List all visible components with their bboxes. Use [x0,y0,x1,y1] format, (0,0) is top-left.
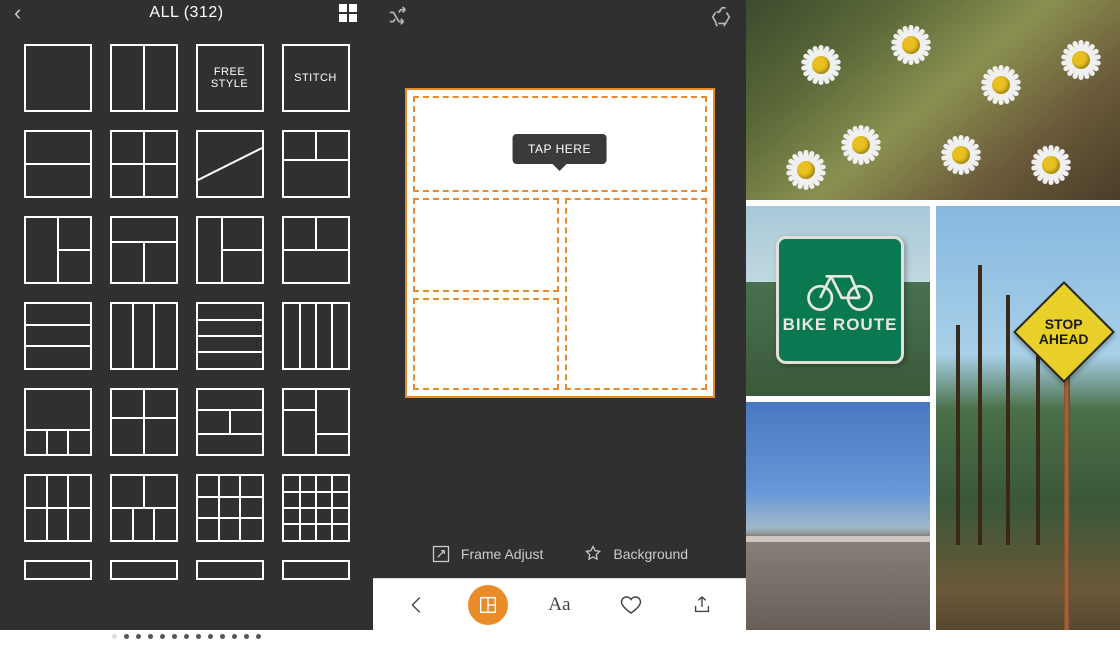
collage-photo-bike-sign: BIKE ROUTE [746,206,930,396]
layout-1x1[interactable] [24,44,92,112]
collage-photo-stop-sign: STOP AHEAD [936,206,1120,630]
background-button[interactable]: Background [583,544,688,564]
layout-freestyle[interactable]: FREE STYLE [196,44,264,112]
layout-5b[interactable] [110,388,178,456]
layout-r7c[interactable] [196,560,264,580]
frame-adjust-icon [431,544,451,564]
layout-4x4[interactable] [282,474,350,542]
background-label: Background [613,546,688,562]
back-icon[interactable]: ‹ [14,0,34,26]
layout-4cols[interactable] [282,302,350,370]
layout-stitch[interactable]: STITCH [282,44,350,112]
collage-photo-flowers [746,0,1120,200]
layout-3c[interactable] [196,216,264,284]
tab-share[interactable] [682,585,722,625]
tab-layout[interactable] [468,585,508,625]
bike-route-sign: BIKE ROUTE [776,236,904,364]
layout-r7b[interactable] [110,560,178,580]
canvas-area: TAP HERE [373,38,746,530]
frame-adjust-label: Frame Adjust [461,546,543,562]
layout-diag[interactable] [196,130,264,198]
layout-5c[interactable] [196,388,264,456]
bike-route-text: BIKE ROUTE [783,315,898,335]
recycle-icon[interactable] [710,6,732,33]
layout-5a[interactable] [24,388,92,456]
bicycle-icon [804,265,876,311]
layout-2x2[interactable] [110,130,178,198]
layout-3rows[interactable] [24,302,92,370]
layout-6b[interactable] [110,474,178,542]
options-bar: Frame Adjust Background [373,530,746,578]
layout-5d[interactable] [282,388,350,456]
layout-r7d[interactable] [282,560,350,580]
tab-back[interactable] [397,585,437,625]
photo-slot-3[interactable] [413,298,559,390]
layout-t[interactable] [282,130,350,198]
photo-slot-2[interactable] [413,198,559,292]
layout-split-v[interactable] [110,44,178,112]
shuffle-icon[interactable] [387,6,409,33]
layout-3cols[interactable] [110,302,178,370]
frame-adjust-button[interactable]: Frame Adjust [431,544,543,564]
layout-3d[interactable] [282,216,350,284]
sign-pole [1064,366,1070,630]
layout-3b[interactable] [110,216,178,284]
layout-header: ‹ ALL (312) [0,0,373,26]
layout-picker-panel: ‹ ALL (312) FREE STYLE STITCH [0,0,373,630]
page-indicator[interactable] [0,628,373,649]
stop-ahead-text: STOP AHEAD [1039,317,1089,348]
editor-header [373,0,746,38]
tab-favorite[interactable] [611,585,651,625]
bridge-rail [746,534,930,542]
layout-grid: FREE STYLE STITCH [0,26,373,628]
collage-photo-bridge [746,402,930,630]
result-collage-panel: BIKE ROUTE STOP AHEAD [746,0,1120,630]
tab-text[interactable]: Aa [539,585,579,625]
collage-canvas: TAP HERE [405,88,715,398]
background-icon [583,544,603,564]
tap-here-tooltip: TAP HERE [512,134,607,164]
trees [936,206,1120,630]
layout-split-h[interactable] [24,130,92,198]
layout-3a[interactable] [24,216,92,284]
layout-r7a[interactable] [24,560,92,580]
layout-title: ALL (312) [34,4,339,22]
layout-6a[interactable] [24,474,92,542]
grid-view-icon[interactable] [339,4,359,22]
photo-slot-4[interactable] [565,198,707,390]
editor-panel: TAP HERE Frame Adjust Background Aa [373,0,746,630]
layout-3x3[interactable] [196,474,264,542]
bottom-tab-bar: Aa [373,578,746,630]
layout-4rows[interactable] [196,302,264,370]
